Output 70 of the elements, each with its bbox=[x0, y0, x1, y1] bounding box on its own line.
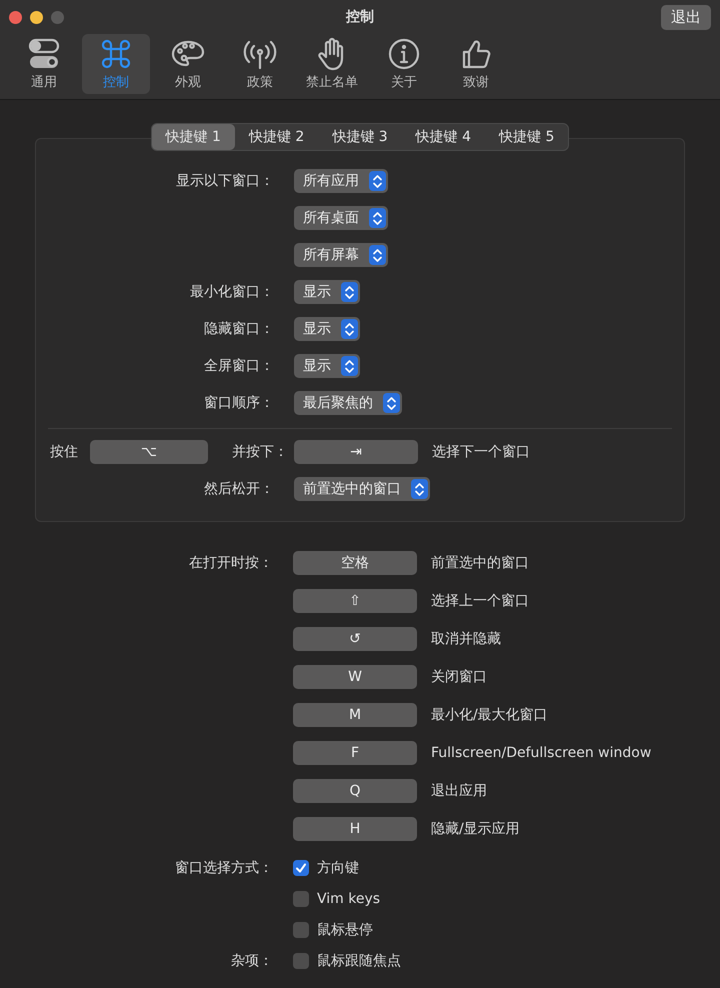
up-down-arrows-icon bbox=[341, 319, 358, 339]
action-label: Fullscreen/Defullscreen window bbox=[431, 745, 652, 761]
shortcut-tab[interactable]: 快捷键 4 bbox=[402, 124, 486, 150]
shortcut-key-button[interactable]: H bbox=[293, 817, 417, 841]
option-label: 杂项： bbox=[231, 952, 273, 968]
popup-menu[interactable]: 前置选中的窗口 bbox=[294, 477, 430, 501]
action-label: 隐藏/显示应用 bbox=[431, 820, 520, 838]
checkbox[interactable] bbox=[293, 922, 309, 938]
up-down-arrows-icon bbox=[341, 282, 358, 302]
checkbox[interactable] bbox=[293, 860, 309, 876]
shortcut-key-button[interactable]: F bbox=[293, 741, 417, 765]
checkbox-label: 鼠标悬停 bbox=[317, 920, 373, 938]
shortcut-tab[interactable]: 快捷键 5 bbox=[485, 124, 568, 150]
popup-menu[interactable]: 最后聚焦的 bbox=[294, 391, 402, 415]
press-key-button[interactable]: ⇥ bbox=[294, 440, 418, 464]
shortcut-key-button[interactable]: Q bbox=[293, 779, 417, 803]
shortcut-tab[interactable]: 快捷键 3 bbox=[318, 124, 402, 150]
popup-menu[interactable]: 所有应用 bbox=[294, 169, 388, 193]
info-icon bbox=[386, 36, 422, 72]
toolbar-tab[interactable]: 通用 bbox=[10, 34, 78, 94]
up-down-arrows-icon bbox=[411, 479, 428, 499]
close-window-button[interactable] bbox=[9, 10, 22, 24]
popup-menu[interactable]: 显示 bbox=[294, 354, 360, 378]
popup-menu[interactable]: 显示 bbox=[294, 280, 360, 304]
press-label: 并按下： bbox=[232, 443, 289, 461]
shortcut-key-button[interactable]: ↺ bbox=[293, 627, 417, 651]
up-down-arrows-icon bbox=[369, 245, 386, 265]
option-label: 全屏窗口： bbox=[204, 358, 274, 374]
shortcut-tab[interactable]: 快捷键 1 bbox=[152, 124, 235, 150]
toolbar-tab[interactable]: 致谢 bbox=[442, 34, 510, 94]
window-title: 控制 bbox=[346, 8, 374, 26]
toolbar-tab[interactable]: 禁止名单 bbox=[298, 34, 366, 94]
quit-button[interactable]: 退出 bbox=[661, 4, 711, 30]
checkbox-label: Vim keys bbox=[317, 890, 380, 906]
action-label: 最小化/最大化窗口 bbox=[431, 706, 548, 724]
action-label: 关闭窗口 bbox=[431, 668, 487, 686]
action-label: 选择上一个窗口 bbox=[431, 592, 529, 610]
shortcut-key-button[interactable]: W bbox=[293, 665, 417, 689]
popup-menu[interactable]: 所有屏幕 bbox=[294, 243, 388, 267]
action-label: 前置选中的窗口 bbox=[431, 554, 529, 572]
action-label: 取消并隐藏 bbox=[431, 630, 501, 648]
up-down-arrows-icon bbox=[369, 208, 386, 228]
option-label: 隐藏窗口： bbox=[204, 321, 274, 337]
option-label: 显示以下窗口： bbox=[176, 173, 274, 189]
shortcut-tab[interactable]: 快捷键 2 bbox=[234, 124, 318, 150]
checkbox-label: 鼠标跟随焦点 bbox=[317, 952, 401, 970]
popup-menu[interactable]: 显示 bbox=[294, 317, 360, 341]
shortcut-key-button[interactable]: 空格 bbox=[293, 551, 417, 575]
shortcut-label: 在打开时按： bbox=[189, 555, 273, 571]
toolbar-tab[interactable]: 政策 bbox=[226, 34, 294, 94]
hold-key-button[interactable]: ⌥ bbox=[90, 440, 208, 464]
option-label: 窗口顺序： bbox=[204, 395, 274, 411]
up-down-arrows-icon bbox=[383, 393, 400, 413]
up-down-arrows-icon bbox=[369, 171, 386, 191]
action-label: 选择下一个窗口 bbox=[432, 443, 530, 461]
toolbar-tab[interactable]: 外观 bbox=[154, 34, 222, 94]
option-label: 窗口选择方式： bbox=[175, 860, 273, 876]
release-label: 然后松开： bbox=[204, 481, 274, 497]
checkbox-label: 方向键 bbox=[317, 858, 359, 876]
popup-menu[interactable]: 所有桌面 bbox=[294, 206, 388, 230]
shortcut-key-button[interactable]: ⇧ bbox=[293, 589, 417, 613]
checkbox[interactable] bbox=[293, 890, 309, 906]
minimize-window-button[interactable] bbox=[30, 10, 43, 24]
option-label: 最小化窗口： bbox=[190, 284, 274, 300]
checkbox[interactable] bbox=[293, 952, 309, 968]
toolbar-tab[interactable]: 关于 bbox=[370, 34, 438, 94]
up-down-arrows-icon bbox=[341, 356, 358, 376]
shortcut-key-button[interactable]: M bbox=[293, 703, 417, 727]
hold-label: 按住 bbox=[50, 443, 78, 461]
action-label: 退出应用 bbox=[431, 782, 487, 800]
